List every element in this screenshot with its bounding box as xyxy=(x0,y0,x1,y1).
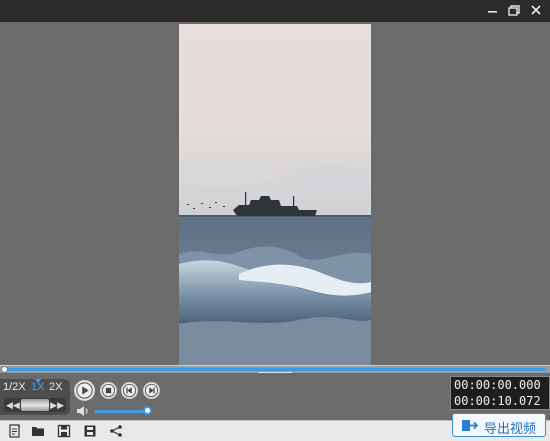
stop-button[interactable] xyxy=(100,382,117,399)
next-frame-button[interactable] xyxy=(143,382,160,399)
speed-half[interactable]: 1/2X xyxy=(3,381,26,393)
save-as-icon[interactable] xyxy=(83,424,97,438)
total-duration: 00:00:10.072 xyxy=(454,394,541,408)
close-icon[interactable] xyxy=(527,3,545,19)
speed-double[interactable]: 2X xyxy=(49,381,62,393)
video-preview[interactable] xyxy=(179,24,371,365)
stop-icon xyxy=(101,383,116,398)
restore-icon[interactable] xyxy=(505,3,523,19)
new-project-icon[interactable] xyxy=(8,424,22,438)
speed-normal[interactable]: 1X xyxy=(31,381,44,393)
play-icon xyxy=(76,382,93,399)
title-bar xyxy=(0,0,550,22)
fast-forward-icon[interactable]: ▶▶ xyxy=(50,400,64,411)
timeline-progress[interactable] xyxy=(4,368,546,371)
video-stage xyxy=(0,22,550,365)
play-button[interactable] xyxy=(74,380,95,401)
minimize-icon[interactable] xyxy=(484,3,502,19)
jog-wheel[interactable] xyxy=(21,399,49,411)
timecode-display: 00:00:00.000 00:00:10.072 xyxy=(450,376,550,410)
speed-control: 1/2X 1X 2X ◀◀ ▶▶ xyxy=(0,379,70,415)
previous-frame-button[interactable] xyxy=(121,382,138,399)
volume-slider[interactable] xyxy=(94,410,148,413)
volume-icon[interactable] xyxy=(76,405,90,417)
previous-frame-icon xyxy=(122,383,137,398)
next-frame-icon xyxy=(144,383,159,398)
jog-shuttle[interactable]: ◀◀ ▶▶ xyxy=(4,398,66,412)
export-video-button[interactable]: 导出视频 xyxy=(452,413,546,437)
open-folder-icon[interactable] xyxy=(31,424,45,438)
export-icon xyxy=(462,420,479,431)
timeline-handle[interactable] xyxy=(1,366,8,373)
rewind-icon[interactable]: ◀◀ xyxy=(6,400,20,411)
app-window: 1/2X 1X 2X ◀◀ ▶▶ 00:00:00.000 00:00:10.0… xyxy=(0,0,550,441)
current-time: 00:00:00.000 xyxy=(454,378,541,392)
share-icon[interactable] xyxy=(109,424,123,438)
export-video-label: 导出视频 xyxy=(484,422,537,437)
volume-handle[interactable] xyxy=(143,406,152,415)
save-icon[interactable] xyxy=(57,424,71,438)
